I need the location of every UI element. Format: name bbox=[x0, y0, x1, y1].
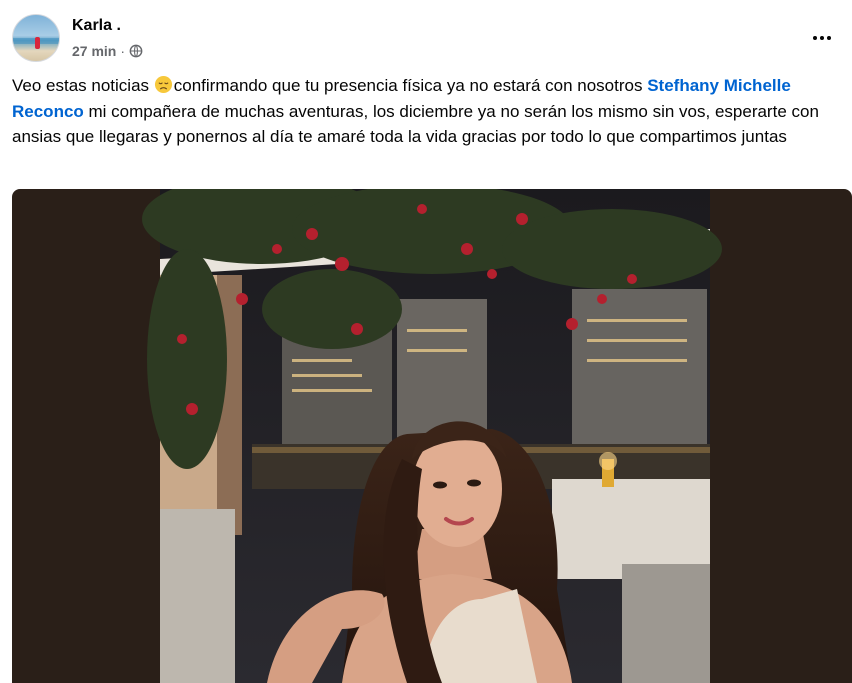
post-text-part-1: Veo estas noticias bbox=[12, 76, 154, 95]
post-text: Veo estas noticias confirmando que tu pr… bbox=[12, 73, 842, 150]
photo-illustration bbox=[142, 189, 722, 683]
post-header: Karla . 27 min · bbox=[12, 14, 840, 62]
post-text-part-2: confirmando que tu presencia física ya n… bbox=[173, 76, 648, 95]
author-name[interactable]: Karla . bbox=[72, 17, 121, 35]
timestamp[interactable]: 27 min bbox=[72, 43, 116, 59]
more-options-button[interactable] bbox=[804, 20, 840, 56]
post-text-part-3: mi compañera de muchas aventuras, los di… bbox=[12, 101, 819, 147]
meta-separator: · bbox=[120, 43, 126, 59]
ellipsis-icon bbox=[813, 36, 817, 40]
author-avatar[interactable] bbox=[12, 14, 60, 62]
globe-icon[interactable] bbox=[129, 44, 143, 58]
post-photo[interactable] bbox=[12, 189, 852, 683]
post-meta: 27 min · bbox=[72, 43, 143, 59]
disappointed-face-emoji-icon bbox=[154, 75, 172, 94]
